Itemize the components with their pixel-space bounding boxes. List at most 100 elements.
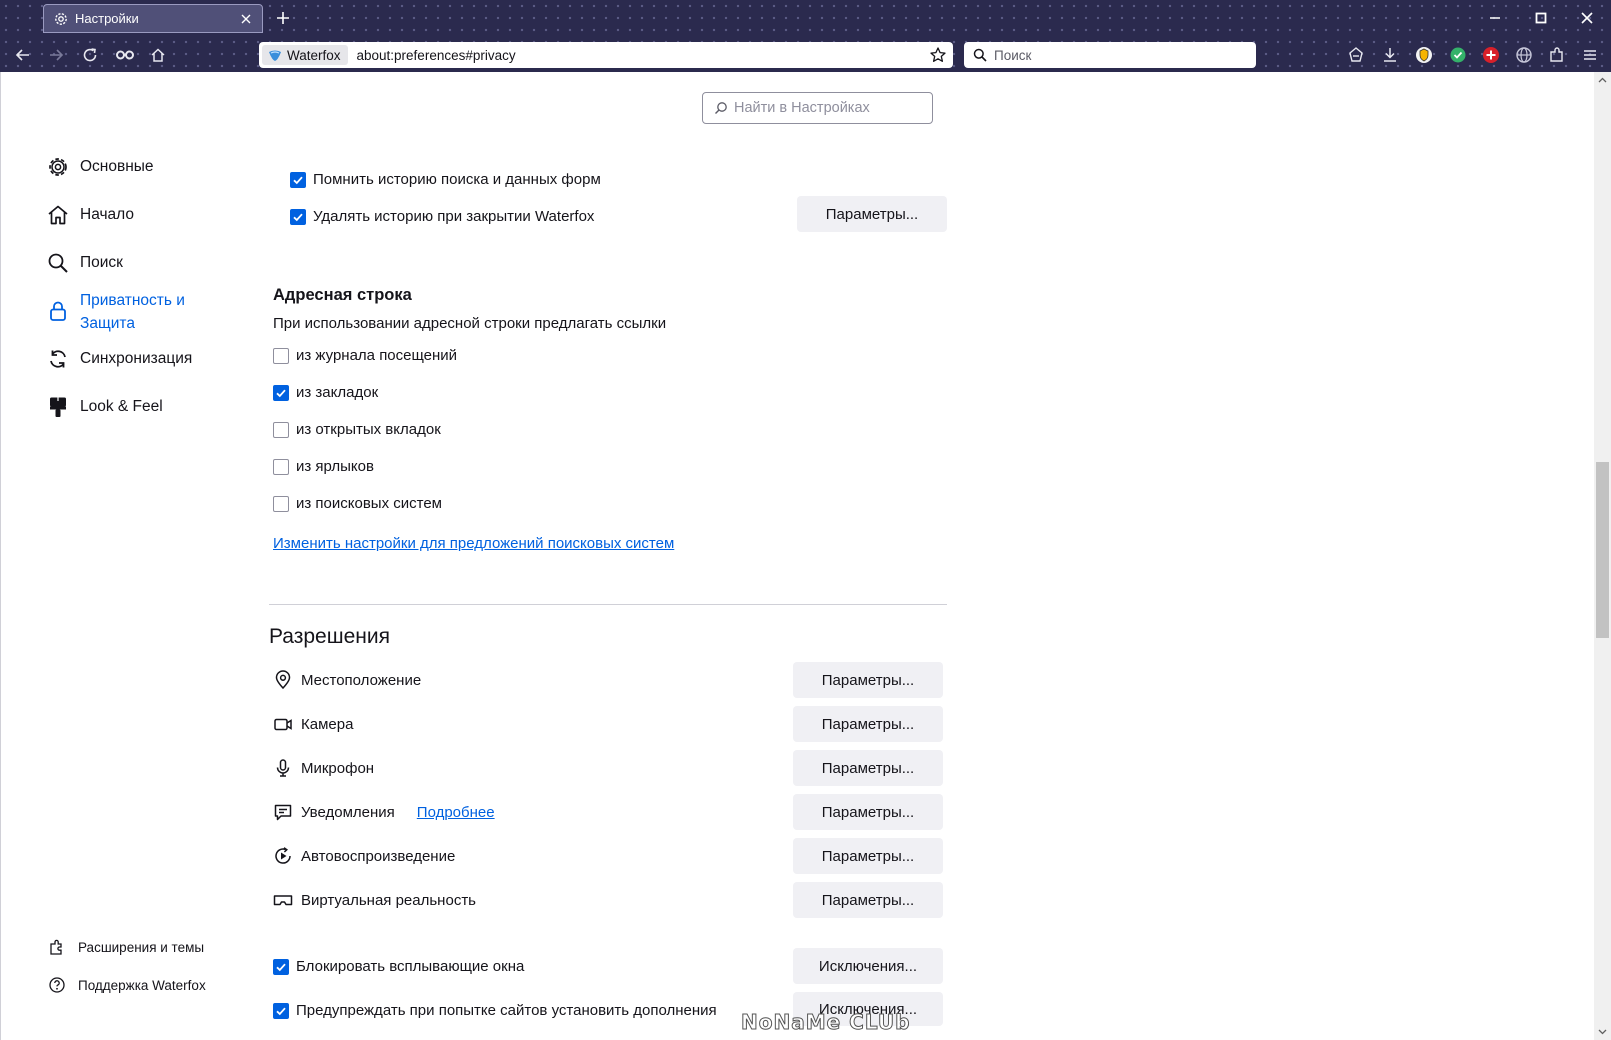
scroll-down-icon[interactable] — [1594, 1023, 1611, 1040]
sidebar-item-home[interactable]: Начало — [46, 203, 134, 227]
permission-label: Камера — [301, 715, 354, 733]
notifications-learn-more-link[interactable]: Подробнее — [417, 804, 495, 821]
scroll-up-icon[interactable] — [1594, 72, 1611, 89]
suggest-engines-row[interactable]: из поисковых систем — [273, 495, 442, 512]
home-icon — [48, 205, 68, 225]
address-bar-description: При использовании адресной строки предла… — [273, 315, 667, 332]
sidebar-item-sync[interactable]: Синхронизация — [46, 347, 192, 371]
checkbox-label: из закладок — [296, 384, 379, 401]
checkbox-label: из открытых вкладок — [296, 421, 441, 438]
clear-on-close-checkbox[interactable] — [290, 208, 306, 225]
warn-addons-checkbox[interactable] — [273, 1002, 289, 1019]
extension-check-icon[interactable] — [1448, 45, 1468, 65]
download-icon[interactable] — [1380, 45, 1400, 65]
autoplay-icon — [275, 847, 291, 864]
checkbox-label: из журнала посещений — [296, 347, 458, 364]
suggest-shortcuts-checkbox[interactable] — [273, 458, 289, 475]
location-icon — [275, 670, 291, 690]
sidebar-footer-extensions[interactable]: Расширения и темы — [48, 938, 204, 956]
suggest-bookmarks-checkbox[interactable] — [273, 384, 289, 401]
sidebar-item-label: Защита — [80, 315, 135, 332]
clear-on-close-row[interactable]: Удалять историю при закрытии Waterfox — [290, 208, 594, 225]
watermark-text: NoNaMe CLUb — [740, 1010, 911, 1035]
new-tab-icon[interactable] — [274, 9, 292, 27]
warn-addons-row[interactable]: Предупреждать при попытке сайтов установ… — [273, 1002, 717, 1019]
extensions-puzzle-icon[interactable] — [1547, 45, 1567, 65]
url-text[interactable]: about:preferences#privacy — [357, 48, 929, 63]
sidebar-item-privacy[interactable]: Приватность и Защита — [46, 289, 185, 335]
permission-label: Автовоспроизведение — [301, 847, 456, 865]
history-settings-button[interactable]: Параметры... — [797, 196, 947, 232]
vr-settings-button[interactable]: Параметры... — [793, 882, 943, 918]
camera-settings-button[interactable]: Параметры... — [793, 706, 943, 742]
checkbox-label: из ярлыков — [296, 458, 374, 475]
autoplay-settings-button[interactable]: Параметры... — [793, 838, 943, 874]
microphone-settings-button[interactable]: Параметры... — [793, 750, 943, 786]
toolbar-search-input[interactable]: Поиск — [964, 42, 1256, 68]
checkmark-icon — [293, 213, 303, 221]
checkmark-icon — [276, 963, 286, 971]
window-close-icon[interactable] — [1578, 9, 1596, 27]
sidebar-item-search[interactable]: Поиск — [46, 251, 123, 275]
translate-globe-icon[interactable] — [1514, 45, 1534, 65]
block-popups-row[interactable]: Блокировать всплывающие окна — [273, 958, 524, 975]
checkbox-label: Предупреждать при попытке сайтов установ… — [296, 1002, 717, 1019]
suggest-bookmarks-row[interactable]: из закладок — [273, 384, 378, 401]
page-scrollbar[interactable] — [1594, 72, 1611, 1040]
permission-autoplay-row: Автовоспроизведение — [273, 846, 455, 866]
checkbox-label: Помнить историю поиска и данных форм — [313, 171, 601, 188]
permission-label: Местоположение — [301, 671, 422, 689]
lock-icon — [50, 301, 66, 321]
permission-microphone-row: Микрофон — [273, 758, 374, 778]
suggest-engines-checkbox[interactable] — [273, 495, 289, 512]
suggest-shortcuts-row[interactable]: из ярлыков — [273, 458, 374, 475]
sidebar-item-look-and-feel[interactable]: Look & Feel — [46, 395, 163, 419]
back-icon[interactable] — [14, 46, 32, 64]
notifications-settings-button[interactable]: Параметры... — [793, 794, 943, 830]
remember-search-checkbox[interactable] — [290, 171, 306, 188]
suggest-history-checkbox[interactable] — [273, 347, 289, 364]
browser-chrome: Настройки Waterfox about:preferences#pri… — [0, 0, 1611, 72]
forward-icon[interactable] — [47, 46, 65, 64]
find-in-settings-input[interactable] — [734, 100, 924, 116]
sidebar-item-general[interactable]: Основные — [46, 155, 154, 179]
sidebar-item-label: Приватность и — [80, 292, 185, 309]
location-settings-button[interactable]: Параметры... — [793, 662, 943, 698]
address-bar-heading: Адресная строка — [273, 286, 412, 304]
popup-exceptions-button[interactable]: Исключения... — [793, 948, 943, 984]
search-suggestions-settings-link[interactable]: Изменить настройки для предложений поиск… — [273, 535, 674, 552]
scrollbar-thumb[interactable] — [1596, 462, 1609, 638]
paintbrush-icon — [50, 397, 66, 417]
downloads-shelf-icon[interactable] — [1346, 45, 1366, 65]
camera-icon — [274, 718, 292, 731]
extension-adblock-icon[interactable] — [1481, 45, 1501, 65]
suggest-history-row[interactable]: из журнала посещений — [273, 347, 457, 364]
minimize-icon[interactable] — [1486, 9, 1504, 27]
puzzle-icon — [50, 939, 62, 955]
permissions-heading: Разрешения — [269, 625, 390, 648]
suggest-open-tabs-row[interactable]: из открытых вкладок — [273, 421, 441, 438]
search-icon — [48, 253, 68, 273]
suggest-open-tabs-checkbox[interactable] — [273, 421, 289, 438]
reload-icon[interactable] — [81, 46, 99, 64]
extension-shield-icon[interactable] — [1414, 45, 1434, 65]
home-icon[interactable] — [149, 46, 167, 64]
checkbox-label: Блокировать всплывающие окна — [296, 958, 525, 975]
maximize-icon[interactable] — [1532, 9, 1550, 27]
microphone-icon — [276, 759, 290, 777]
checkbox-label: Удалять историю при закрытии Waterfox — [313, 208, 595, 225]
search-icon — [715, 102, 727, 114]
find-in-settings[interactable] — [702, 92, 933, 124]
checkmark-icon — [276, 389, 286, 397]
hamburger-menu-icon[interactable] — [1580, 45, 1600, 65]
bookmark-star-icon[interactable] — [929, 46, 947, 64]
tab-settings[interactable]: Настройки — [43, 4, 263, 33]
close-icon[interactable] — [238, 11, 254, 27]
identity-box[interactable]: Waterfox — [262, 45, 348, 65]
private-mask-icon[interactable] — [114, 46, 136, 64]
remember-search-history-row[interactable]: Помнить историю поиска и данных форм — [290, 171, 601, 188]
block-popups-checkbox[interactable] — [273, 958, 289, 975]
url-bar[interactable]: Waterfox about:preferences#privacy — [259, 42, 953, 68]
sidebar-footer-support[interactable]: Поддержка Waterfox — [48, 976, 206, 994]
waterfox-logo-icon — [269, 50, 281, 61]
